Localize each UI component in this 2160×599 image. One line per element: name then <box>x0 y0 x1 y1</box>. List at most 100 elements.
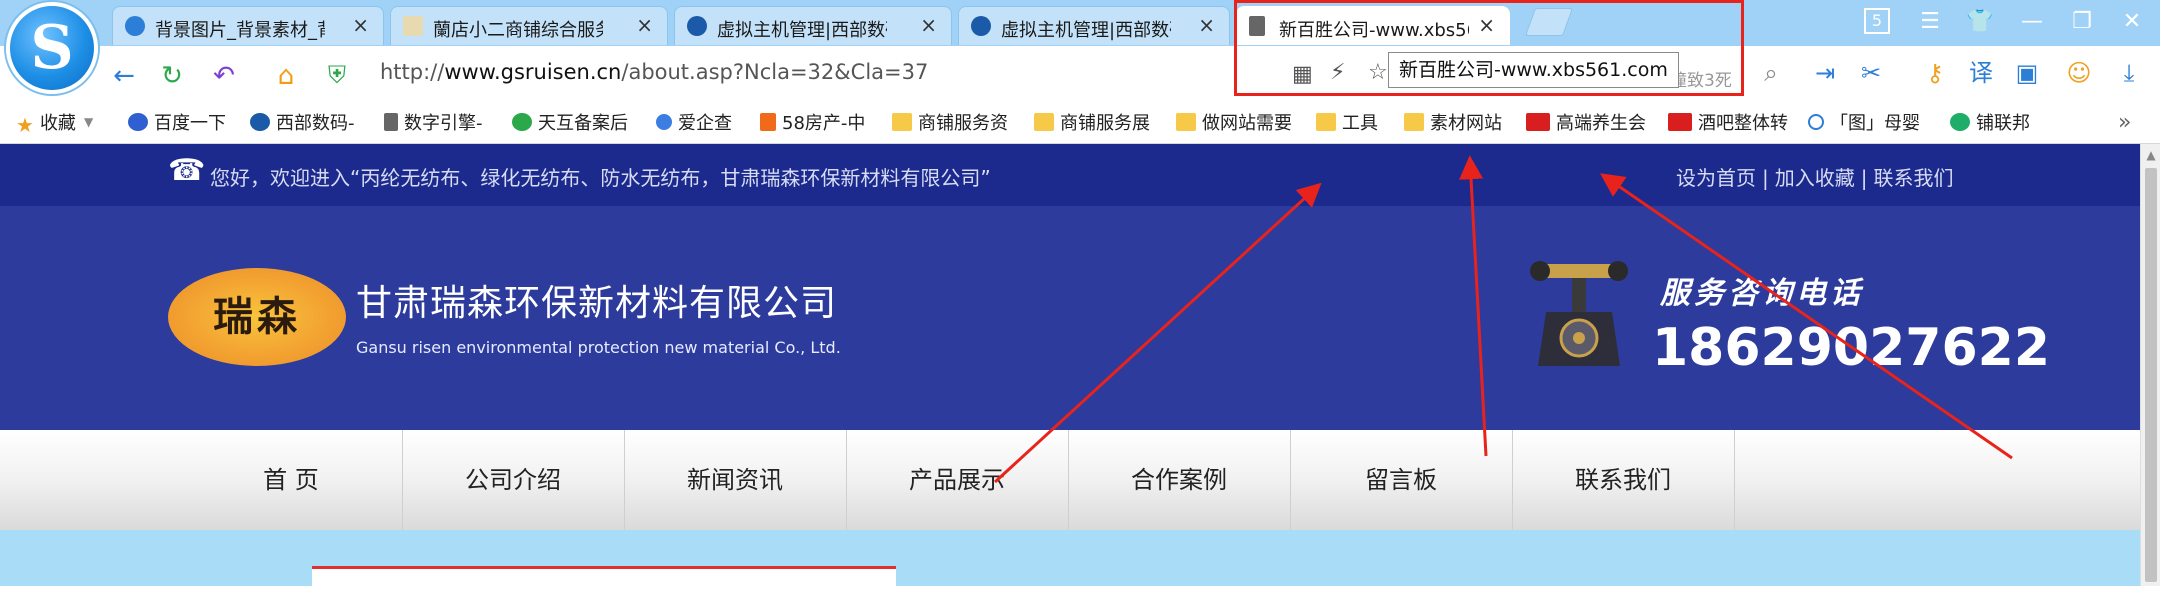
minimize-icon[interactable]: — <box>2018 8 2046 36</box>
nav-guestbook[interactable]: 留言板 <box>1290 430 1513 530</box>
home-icon[interactable]: ⌂ <box>270 60 302 92</box>
key-icon[interactable]: ⚷ <box>1920 58 1950 88</box>
contact-us-link[interactable]: 联系我们 <box>1874 166 1954 190</box>
tab-tooltip: 新百胜公司-www.xbs561.com <box>1388 52 1679 88</box>
bookmark-label: 商铺服务资 <box>918 113 1008 134</box>
back-icon[interactable]: ← <box>108 60 140 92</box>
bookmark-item[interactable]: 数字引擎- <box>384 109 483 135</box>
folder-icon <box>1176 113 1196 131</box>
site-header: 瑞森 甘肃瑞森环保新材料有限公司 Gansu risen environment… <box>0 206 2140 430</box>
folder-icon <box>1404 113 1424 131</box>
tab-4[interactable]: 虚拟主机管理|西部数码管 × <box>958 6 1230 45</box>
maximize-icon[interactable]: ❐ <box>2068 8 2096 36</box>
scroll-up-icon[interactable]: ▲ <box>2141 148 2160 164</box>
nav-home[interactable]: 首 页 <box>180 430 403 530</box>
bookmark-item[interactable]: 天互备案后 <box>512 109 628 135</box>
bookmark-folder[interactable]: 做网站需要 <box>1176 109 1292 135</box>
bookmark-favorites[interactable]: ★ 收藏 ▼ <box>16 109 94 137</box>
menu-icon[interactable]: ☰ <box>1916 8 1944 36</box>
bookmark-item[interactable]: 58房产-中 <box>760 109 865 135</box>
tab-3[interactable]: 虚拟主机管理|西部数码管 × <box>674 6 952 45</box>
bookmark-item[interactable]: 「图」母婴 <box>1808 109 1920 135</box>
top-links: 设为首页 | 加入收藏 | 联系我们 <box>1676 162 1954 191</box>
bookmarks-bar: ★ 收藏 ▼ 百度一下 西部数码- 数字引擎- 天互备案后 爱企查 58房产-中 商… <box>0 101 2160 144</box>
west-digital-icon <box>687 16 707 36</box>
baidu-icon <box>128 113 148 131</box>
nav-contact[interactable]: 联系我们 <box>1512 430 1735 530</box>
bookmark-item[interactable]: 西部数码- <box>250 109 355 135</box>
bookmark-label: 天互备案后 <box>538 113 628 134</box>
company-logo[interactable]: 瑞森 <box>168 268 346 366</box>
link-separator: | <box>1860 166 1868 190</box>
site-content <box>0 530 2140 599</box>
translate-icon[interactable]: 译 <box>1966 58 1996 88</box>
bookmark-label: 「图」母婴 <box>1830 113 1920 134</box>
nav-cases[interactable]: 合作案例 <box>1068 430 1291 530</box>
set-homepage-link[interactable]: 设为首页 <box>1676 166 1756 190</box>
reader-icon[interactable]: ▣ <box>2012 58 2042 88</box>
nav-news[interactable]: 新闻资讯 <box>624 430 847 530</box>
tab-count-icon[interactable]: 5 <box>1864 8 1890 34</box>
nav-about[interactable]: 公司介绍 <box>402 430 625 530</box>
url-path: /about.asp?Ncla=32&Cla=37 <box>621 60 929 84</box>
more-bookmarks-icon[interactable]: » <box>2118 109 2131 135</box>
bookmark-label: 素材网站 <box>1430 113 1502 134</box>
search-icon[interactable]: ⌕ <box>1756 58 1786 88</box>
url-protocol: http:// <box>380 60 445 84</box>
bookmark-label: 百度一下 <box>154 113 226 134</box>
bookmark-label: 酒吧整体转 <box>1698 113 1788 134</box>
bookmark-label: 高端养生会 <box>1556 113 1646 134</box>
emoji-icon[interactable]: ☺ <box>2064 58 2094 88</box>
site-topbar: ☎ 您好，欢迎进入“丙纶无纺布、绿化无纺布、防水无纺布，甘肃瑞森环保新材料有限公… <box>0 144 2140 206</box>
address-toolbar: ← ↻ ↶ ⌂ ⛨ http://www.gsruisen.cn/about.a… <box>0 46 2160 107</box>
tab-label: 蘭店小二商铺综合服务平 <box>433 20 603 41</box>
tab-1[interactable]: 背景图片_背景素材_背景 × <box>112 6 384 45</box>
content-panel <box>312 566 896 599</box>
tab-2[interactable]: 蘭店小二商铺综合服务平 × <box>390 6 668 45</box>
bookmark-item[interactable]: 酒吧整体转 <box>1668 109 1788 135</box>
site-navbar: 首 页 公司介绍 新闻资讯 产品展示 合作案例 留言板 联系我们 <box>0 430 2140 530</box>
bookmark-label: 铺联邦 <box>1976 113 2030 134</box>
sogou-browser-logo[interactable]: S <box>6 2 98 94</box>
star-icon: ★ <box>16 113 34 137</box>
bookmark-folder[interactable]: 工具 <box>1316 109 1378 135</box>
tab-close-icon[interactable]: × <box>352 13 369 37</box>
bookmark-label: 商铺服务展 <box>1060 113 1150 134</box>
refresh-icon[interactable]: ↻ <box>156 60 188 92</box>
link-separator: | <box>1762 166 1769 190</box>
shield-icon: ⛨ <box>328 61 346 89</box>
west-digital-icon <box>250 113 270 131</box>
skin-icon[interactable]: 👕 <box>1966 8 1994 36</box>
bookmark-folder[interactable]: 商铺服务展 <box>1034 109 1150 135</box>
url-text[interactable]: http://www.gsruisen.cn/about.asp?Ncla=32… <box>380 60 928 84</box>
bookmark-item[interactable]: 百度一下 <box>128 109 226 135</box>
bookmark-item[interactable]: 高端养生会 <box>1526 109 1646 135</box>
zao-icon <box>1668 113 1692 131</box>
page-scrollbar[interactable]: ▲ <box>2140 144 2160 586</box>
download-icon[interactable]: ⤓ <box>2114 58 2144 88</box>
undo-close-icon[interactable]: ↶ <box>208 60 240 92</box>
hotline-number[interactable]: 18629027622 <box>1652 318 2050 378</box>
tab-close-icon[interactable]: × <box>1198 13 1215 37</box>
screenshot-scissors-icon[interactable]: ✂ <box>1856 58 1886 88</box>
bookmark-item[interactable]: 爱企查 <box>656 109 732 135</box>
tab-close-icon[interactable]: × <box>636 13 653 37</box>
tab-close-icon[interactable]: × <box>920 13 937 37</box>
bookmark-label: 58房产-中 <box>782 113 866 134</box>
bookmark-folder[interactable]: 商铺服务资 <box>892 109 1008 135</box>
moon-icon <box>1808 114 1824 130</box>
nav-products[interactable]: 产品展示 <box>846 430 1069 530</box>
add-favorite-link[interactable]: 加入收藏 <box>1775 166 1855 190</box>
58-icon <box>760 113 776 131</box>
telephone-icon: ☎ <box>168 153 206 188</box>
bookmark-folder[interactable]: 素材网站 <box>1404 109 1502 135</box>
scroll-thumb[interactable] <box>2145 168 2157 582</box>
login-icon[interactable]: ⇥ <box>1810 58 1840 88</box>
page-icon <box>384 113 398 131</box>
bookmark-label: 数字引擎- <box>404 113 483 134</box>
close-window-icon[interactable]: ✕ <box>2118 8 2146 36</box>
bookmark-item[interactable]: 铺联邦 <box>1950 109 2030 135</box>
chevron-down-icon: ▼ <box>83 115 94 129</box>
bookmark-label: 做网站需要 <box>1202 113 1292 134</box>
antique-telephone-icon <box>1530 261 1628 366</box>
